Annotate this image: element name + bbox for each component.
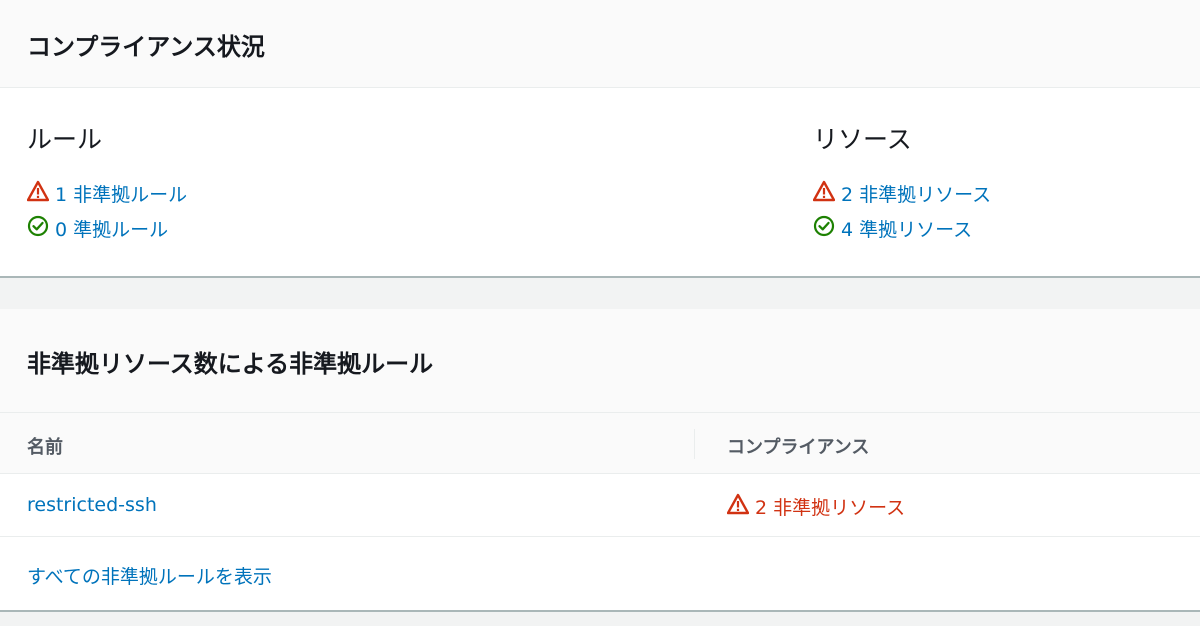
noncompliant-rules-link[interactable]: 1 非準拠ルール bbox=[26, 180, 188, 207]
compliant-rules-label: 0 準拠ルール bbox=[55, 219, 169, 241]
table-row: restricted-ssh 2 非準拠リソース bbox=[0, 474, 1200, 537]
row-compliance-label: 2 非準拠リソース bbox=[755, 497, 906, 519]
noncompliant-resources-link[interactable]: 2 非準拠リソース bbox=[812, 180, 992, 207]
compliance-status-card: コンプライアンス状況 ルール 1 非準拠ルール 0 準拠ルール リソース 2 非… bbox=[0, 0, 1200, 278]
compliant-resources-label: 4 準拠リソース bbox=[841, 219, 973, 241]
table-header: 名前 コンプライアンス bbox=[0, 412, 1200, 474]
resources-heading: リソース bbox=[813, 125, 912, 154]
warning-triangle-icon bbox=[812, 180, 841, 207]
compliance-status-title: コンプライアンス状況 bbox=[27, 33, 265, 61]
noncompliant-rules-label: 1 非準拠ルール bbox=[55, 184, 188, 206]
column-header-name[interactable]: 名前 bbox=[27, 433, 63, 459]
compliance-status-header: コンプライアンス状況 bbox=[0, 0, 1200, 88]
warning-triangle-icon bbox=[26, 180, 55, 207]
check-circle-icon bbox=[27, 215, 55, 242]
row-compliance-link[interactable]: 2 非準拠リソース bbox=[726, 493, 906, 520]
noncompliant-rules-title: 非準拠リソース数による非準拠ルール bbox=[27, 350, 434, 378]
noncompliant-resources-label: 2 非準拠リソース bbox=[841, 184, 992, 206]
view-all-noncompliant-rules-link[interactable]: すべての非準拠ルールを表示 bbox=[27, 562, 272, 589]
compliant-rules-link[interactable]: 0 準拠ルール bbox=[27, 215, 168, 242]
rules-heading: ルール bbox=[27, 125, 103, 154]
rule-name-link[interactable]: restricted-ssh bbox=[27, 494, 157, 516]
column-header-compliance[interactable]: コンプライアンス bbox=[727, 433, 869, 459]
column-divider bbox=[694, 429, 695, 459]
noncompliant-rules-card: 非準拠リソース数による非準拠ルール 名前 コンプライアンス restricted… bbox=[0, 309, 1200, 612]
compliant-resources-link[interactable]: 4 準拠リソース bbox=[813, 215, 972, 242]
noncompliant-rules-header: 非準拠リソース数による非準拠ルール bbox=[0, 309, 1200, 412]
check-circle-icon bbox=[813, 215, 841, 242]
warning-triangle-icon bbox=[726, 493, 755, 520]
